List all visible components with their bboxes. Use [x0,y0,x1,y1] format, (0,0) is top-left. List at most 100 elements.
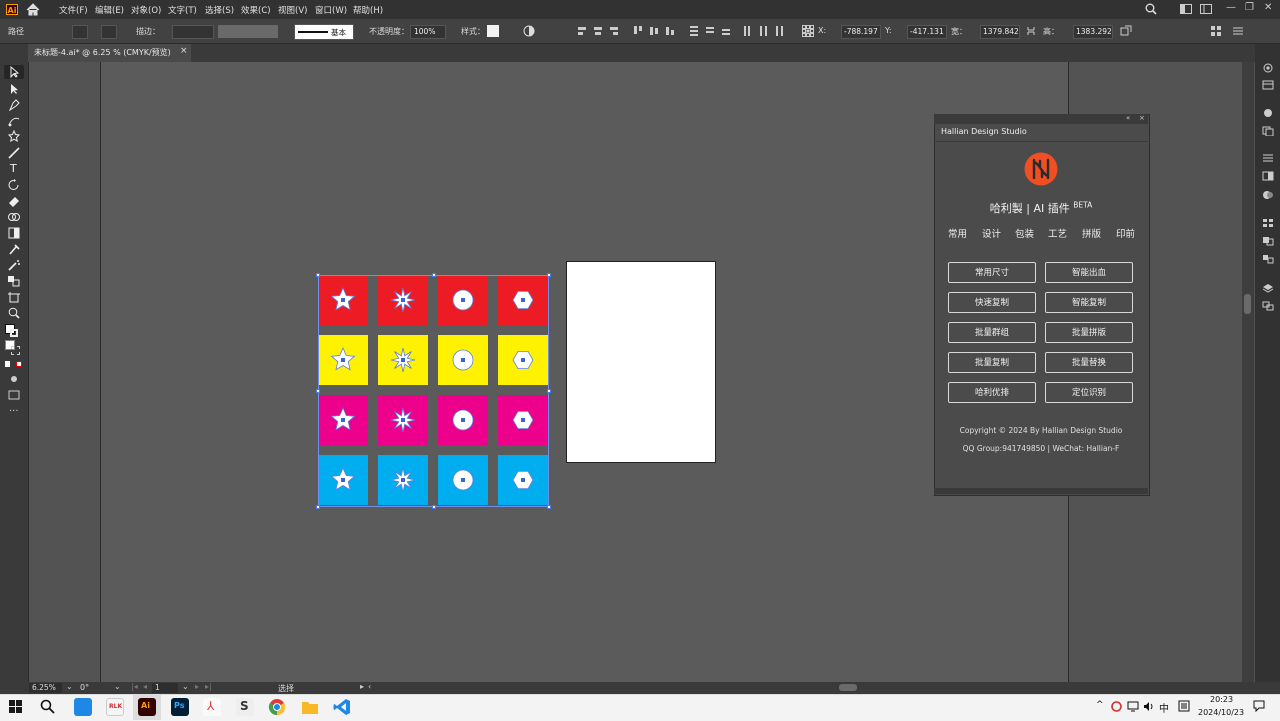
minimize-icon[interactable]: — [1226,2,1236,13]
plugin-tab-prepress[interactable]: 印前 [1116,226,1135,240]
symbol-sprayer-tool-icon[interactable] [7,259,21,271]
plugin-panel-header[interactable]: « × [934,114,1148,124]
volume-icon[interactable] [1143,701,1155,712]
transparency-panel-icon[interactable] [1262,190,1274,200]
rotation-value[interactable]: 0° [80,683,89,692]
reference-point-icon[interactable] [802,25,814,37]
arrange-docs-icon[interactable] [1200,4,1212,14]
fill-swatch[interactable] [72,25,88,39]
brush-definition[interactable]: 基本 [294,24,354,40]
vscode-taskbar-icon[interactable] [333,698,351,716]
x-field[interactable]: -788.197 [841,25,881,39]
width-field[interactable]: 1379.842 [980,25,1020,39]
search-icon[interactable] [1145,3,1157,15]
align-controls[interactable] [576,25,786,37]
none-mode-icon[interactable] [16,361,22,367]
stroke-color-box-secondary[interactable] [11,346,20,355]
type-tool-icon[interactable]: T [10,162,17,175]
vertical-scrollbar[interactable] [1242,62,1254,682]
close-panel-icon[interactable]: × [1139,114,1145,122]
menu-window[interactable]: 窗口(W) [315,4,347,16]
menu-edit[interactable]: 编辑(E) [95,4,124,16]
color-guide-icon[interactable] [1262,126,1274,136]
network-icon[interactable] [1127,701,1139,712]
batch-group-button[interactable]: 批量群组 [948,322,1036,343]
selection-handle[interactable] [432,273,436,277]
plugin-tab-packaging[interactable]: 包装 [1015,226,1034,240]
selection-handle[interactable] [316,389,320,393]
vertical-scroll-thumb[interactable] [1244,294,1251,314]
plugin-tab-common[interactable]: 常用 [948,226,967,240]
pathfinder-panel-icon[interactable] [1262,236,1274,246]
artboards-panel-icon[interactable] [1262,301,1274,311]
quick-copy-button[interactable]: 快速复制 [948,292,1036,313]
document-tab[interactable]: 未标题-4.ai* @ 6.25 % (CMYK/预览) × [28,44,191,62]
status-menu-icon[interactable]: ▸ [360,682,364,691]
menu-file[interactable]: 文件(F) [59,4,88,16]
smart-copy-button[interactable]: 智能复制 [1045,292,1133,313]
draw-mode-icon[interactable] [7,373,21,385]
common-size-button[interactable]: 常用尺寸 [948,262,1036,283]
selection-handle[interactable] [547,273,551,277]
stroke-color-box[interactable] [10,329,18,337]
libraries-panel-icon[interactable] [1262,80,1274,90]
stroke-panel-icon[interactable] [1262,153,1274,163]
home-icon[interactable] [26,3,40,16]
workspace-icon[interactable] [1180,4,1192,14]
zoom-dropdown-icon[interactable]: ⌄ [66,682,73,691]
variable-width-field[interactable] [218,25,278,38]
last-artboard-icon[interactable]: ▸| [205,682,212,691]
graphic-style-swatch[interactable] [487,25,499,37]
selection-handle[interactable] [316,505,320,509]
zoom-field[interactable]: 6.25% [29,683,62,693]
curvature-tool-icon[interactable] [7,115,21,127]
recolor-icon[interactable] [523,25,535,37]
screen-mode-icon[interactable] [7,389,21,401]
selection-handle[interactable] [547,505,551,509]
prev-artboard-icon[interactable]: ◂ [143,682,147,691]
batch-imposition-button[interactable]: 批量拼版 [1045,322,1133,343]
windows-start-icon[interactable] [9,700,22,713]
scroll-left-icon[interactable]: ‹ [368,682,371,691]
app-icon-s[interactable]: S [236,698,254,716]
menu-type[interactable]: 文字(T) [168,4,197,16]
horizontal-scroll-thumb[interactable] [839,684,857,691]
position-detect-button[interactable]: 定位识别 [1045,382,1133,403]
file-explorer-taskbar-icon[interactable] [301,699,319,715]
menu-help[interactable]: 帮助(H) [353,4,383,16]
menu-select[interactable]: 选择(S) [205,4,234,16]
color-panel-icon[interactable] [1262,108,1274,118]
app-icon-blue[interactable] [74,698,92,716]
zoom-tool-icon[interactable] [7,307,21,319]
transform-options-icon[interactable] [1120,25,1132,37]
blend-tool-icon[interactable] [7,275,21,287]
stroke-weight-field[interactable] [172,25,214,39]
app-icon-rlk[interactable]: RLK [106,698,124,716]
smart-bleed-button[interactable]: 智能出血 [1045,262,1133,283]
chrome-taskbar-icon[interactable] [268,698,286,716]
batch-replace-button[interactable]: 批量替换 [1045,352,1133,373]
artboard-tool-icon[interactable] [7,291,21,303]
close-window-icon[interactable]: ✕ [1264,2,1272,13]
align-panel-icon[interactable] [1262,218,1274,228]
first-artboard-icon[interactable]: |◂ [131,682,138,691]
selection-handle[interactable] [547,389,551,393]
tray-overflow-icon[interactable]: ^ [1096,700,1104,710]
panel-menu-icon[interactable] [1232,25,1244,37]
batch-copy-button[interactable]: 批量复制 [948,352,1036,373]
close-tab-icon[interactable]: × [180,46,188,56]
plugin-tab[interactable]: Hallian Design Studio [936,124,1029,141]
plugin-tab-craft[interactable]: 工艺 [1048,226,1067,240]
pen-tool-icon[interactable] [7,99,21,111]
menu-view[interactable]: 视图(V) [278,4,307,16]
artboard-white[interactable] [566,261,716,463]
plugin-tab-design[interactable]: 设计 [982,226,1001,240]
eyedropper-tool-icon[interactable] [7,243,21,255]
color-mode-icon[interactable] [5,361,10,367]
eraser-tool-icon[interactable] [7,195,21,207]
star-tool-icon[interactable] [7,130,21,142]
more-tools-icon[interactable]: ··· [9,406,19,417]
opacity-field[interactable]: 100% [410,25,446,39]
menu-effect[interactable]: 效果(C) [241,4,271,16]
height-field[interactable]: 1383.292 [1073,25,1113,39]
